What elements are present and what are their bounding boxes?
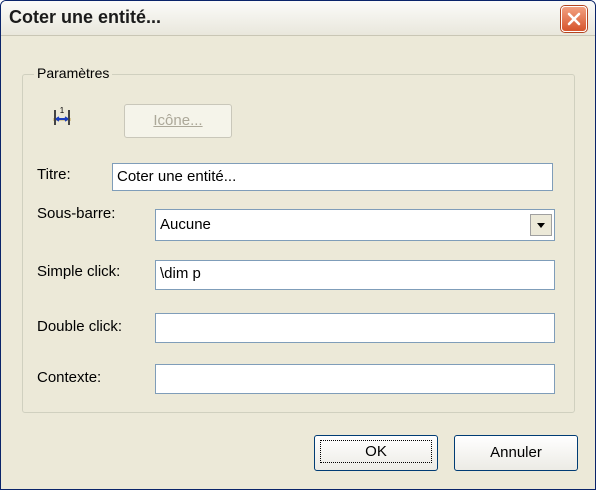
group-legend: Paramètres	[34, 65, 113, 81]
double-click-label: Double click:	[37, 318, 123, 335]
close-button[interactable]	[561, 6, 587, 32]
sousbarre-value: Aucune	[160, 216, 211, 233]
icon-button[interactable]: Icône...	[124, 104, 232, 138]
titre-value: Coter une entité...	[117, 168, 237, 185]
chevron-down-icon	[537, 223, 545, 228]
title-bar: Coter une entité...	[1, 1, 595, 36]
contexte-label: Contexte:	[37, 369, 102, 386]
svg-text:1: 1	[60, 106, 65, 115]
window-title: Coter une entité...	[9, 7, 162, 27]
ok-button[interactable]: OK	[314, 435, 438, 471]
dimension-icon: 1	[53, 106, 71, 125]
icon-button-label: Icône...	[153, 112, 203, 129]
sousbarre-label: Sous-barre:	[37, 205, 116, 222]
dropdown-button[interactable]	[530, 214, 552, 236]
parametres-group	[22, 74, 575, 413]
sousbarre-select[interactable]: Aucune	[155, 209, 555, 241]
simple-click-field[interactable]: \dim p	[155, 260, 555, 290]
titre-field[interactable]: Coter une entité...	[112, 163, 553, 191]
simple-click-value: \dim p	[160, 265, 201, 282]
ok-label: OK	[320, 440, 432, 463]
titre-label: Titre:	[37, 166, 71, 183]
cancel-label: Annuler	[490, 444, 542, 461]
simple-click-label: Simple click:	[37, 263, 121, 280]
cancel-button[interactable]: Annuler	[454, 435, 578, 471]
dialog-window: Coter une entité... Paramètres 1 Icône..…	[0, 0, 596, 490]
double-click-field[interactable]	[155, 313, 555, 343]
contexte-field[interactable]	[155, 364, 555, 394]
close-icon	[567, 12, 581, 26]
